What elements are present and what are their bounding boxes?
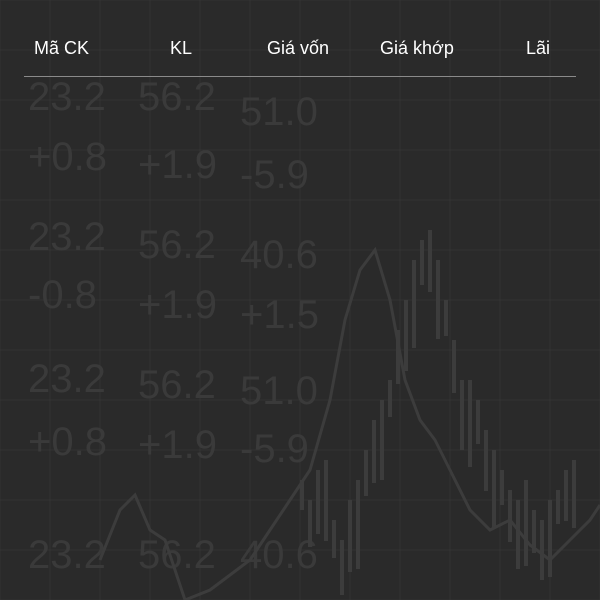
candle xyxy=(492,450,496,528)
bg-number: 23.2 xyxy=(28,215,106,259)
candle xyxy=(388,380,392,417)
candle xyxy=(340,540,344,595)
candle xyxy=(540,520,544,580)
candle xyxy=(452,340,456,393)
column-header-profit[interactable]: Lãi xyxy=(526,38,550,59)
bg-number: 23.2 xyxy=(28,75,106,119)
bg-number: +0.8 xyxy=(28,420,107,464)
candle xyxy=(460,380,464,450)
candle xyxy=(420,240,424,285)
bg-number: -0.8 xyxy=(28,273,97,317)
bg-number: 56.2 xyxy=(138,75,216,119)
candle xyxy=(548,500,552,577)
candle xyxy=(484,430,488,491)
candle xyxy=(444,300,448,336)
table-header: Mã CK KL Giá vốn Giá khớp Lãi xyxy=(24,28,576,77)
candle xyxy=(428,230,432,292)
candle xyxy=(468,380,472,467)
candle xyxy=(324,460,328,541)
candle xyxy=(436,260,440,339)
column-header-volume[interactable]: KL xyxy=(170,38,192,59)
bg-number: +1.9 xyxy=(138,283,217,327)
candle xyxy=(372,420,376,483)
column-header-cost-price[interactable]: Giá vốn xyxy=(267,38,329,59)
candle xyxy=(572,460,576,528)
bg-number: 23.2 xyxy=(28,533,106,577)
candle xyxy=(412,260,416,348)
bg-number: -5.9 xyxy=(240,153,309,197)
candle xyxy=(524,480,528,566)
candle xyxy=(348,500,352,572)
bg-number: +1.9 xyxy=(138,143,217,187)
bg-number: 51.0 xyxy=(240,90,318,134)
candle xyxy=(564,470,568,521)
candle xyxy=(516,500,520,569)
candle xyxy=(476,400,480,444)
candle xyxy=(380,400,384,480)
bg-number: -5.9 xyxy=(240,427,309,471)
column-header-stock-code[interactable]: Mã CK xyxy=(34,38,89,59)
bg-number: 40.6 xyxy=(240,233,318,277)
candle xyxy=(332,520,336,558)
bg-number: 56.2 xyxy=(138,533,216,577)
candle xyxy=(556,490,560,524)
background-stock-chart: 23.2 56.2 51.0 +0.8 +1.9 -5.9 23.2 56.2 … xyxy=(0,0,600,600)
bg-number: +0.8 xyxy=(28,135,107,179)
bg-number: 23.2 xyxy=(28,357,106,401)
column-header-matched-price[interactable]: Giá khớp xyxy=(380,38,454,59)
candle xyxy=(508,490,512,542)
candle xyxy=(316,470,320,534)
background-candles xyxy=(300,230,576,595)
bg-number: 56.2 xyxy=(138,363,216,407)
bg-number: 51.0 xyxy=(240,369,318,413)
candle xyxy=(308,500,312,547)
candle xyxy=(500,470,504,505)
bg-number: +1.5 xyxy=(240,293,319,337)
candle xyxy=(356,480,360,569)
bg-number: +1.9 xyxy=(138,423,217,467)
candle xyxy=(364,450,368,496)
candle xyxy=(404,300,408,371)
bg-number: 56.2 xyxy=(138,223,216,267)
